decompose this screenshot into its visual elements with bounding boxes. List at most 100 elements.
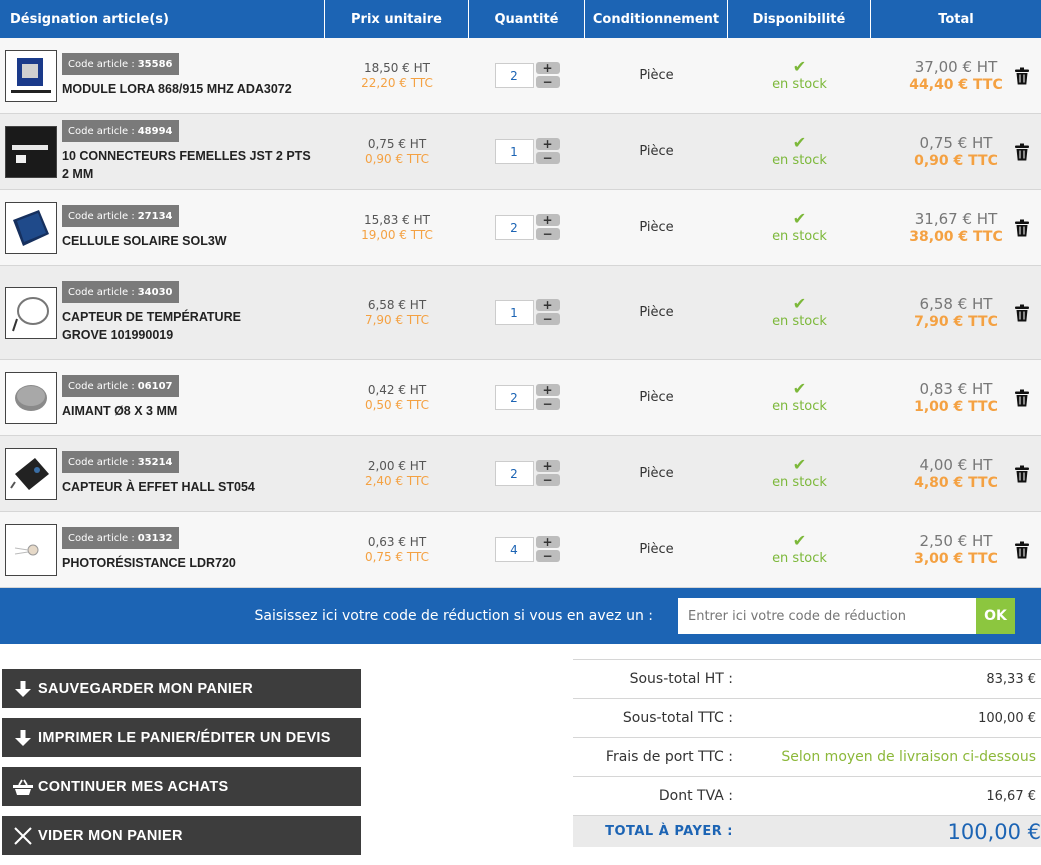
quantity-decrease-button[interactable]: − (535, 397, 560, 410)
promo-code-bar: Saisissez ici votre code de réduction si… (0, 588, 1041, 644)
quantity-increase-button[interactable]: + (535, 383, 560, 396)
cart-actions: SAUVEGARDER MON PANIER IMPRIMER LE PANIE… (2, 669, 361, 865)
packaging-value: Pièce (639, 466, 674, 481)
print-quote-button[interactable]: IMPRIMER LE PANIER/ÉDITER UN DEVIS (2, 718, 361, 757)
cart-row: Code article :03132 PHOTORÉSISTANCE LDR7… (0, 512, 1041, 588)
line-total-ttc: 38,00 € TTC (909, 229, 1003, 245)
product-name[interactable]: AIMANT Ø8 X 3 MM (62, 402, 177, 420)
stock-status: en stock (772, 314, 827, 329)
line-total-ttc: 0,90 € TTC (914, 153, 998, 169)
save-cart-button[interactable]: SAUVEGARDER MON PANIER (2, 669, 361, 708)
product-name[interactable]: CELLULE SOLAIRE SOL3W (62, 232, 227, 250)
stock-status: en stock (772, 77, 827, 92)
summary-row-shipping: Frais de port TTC : Selon moyen de livra… (573, 737, 1041, 776)
line-total-ht: 37,00 € HT (914, 58, 998, 76)
unit-price-ttc: 2,40 € TTC (364, 474, 430, 488)
check-icon: ✔ (792, 209, 807, 228)
quantity-input[interactable]: 2 (494, 461, 534, 486)
line-total-ht: 4,00 € HT (919, 456, 993, 474)
quantity-increase-button[interactable]: + (535, 137, 560, 150)
quantity-decrease-button[interactable]: − (535, 151, 560, 164)
unit-price-ht: 18,50 € HT (364, 61, 430, 75)
continue-shopping-button[interactable]: CONTINUER MES ACHATS (2, 767, 361, 806)
cart-row: Code article :35586 MODULE LORA 868/915 … (0, 38, 1041, 114)
trash-icon[interactable] (1015, 465, 1029, 482)
cart-row: Code article :34030 CAPTEUR DE TEMPÉRATU… (0, 266, 1041, 360)
cart-row: Code article :06107 AIMANT Ø8 X 3 MM 0,4… (0, 360, 1041, 436)
quantity-increase-button[interactable]: + (535, 213, 560, 226)
product-code-badge: Code article :34030 (62, 281, 179, 303)
quantity-decrease-button[interactable]: − (535, 549, 560, 562)
summary-row-subtotal-ttc: Sous-total TTC : 100,00 € (573, 698, 1041, 737)
product-code-badge: Code article :27134 (62, 205, 179, 227)
line-total-ht: 0,75 € HT (919, 134, 993, 152)
packaging-value: Pièce (639, 144, 674, 159)
subtotal-ttc-value: 100,00 € (978, 710, 1036, 726)
quantity-increase-button[interactable]: + (535, 61, 560, 74)
promo-code-input[interactable] (678, 598, 976, 634)
trash-icon[interactable] (1015, 304, 1029, 321)
product-code-badge: Code article :35586 (62, 53, 179, 75)
product-thumbnail[interactable] (5, 49, 57, 102)
vat-value: 16,67 € (986, 788, 1036, 804)
quantity-decrease-button[interactable]: − (535, 75, 560, 88)
quantity-decrease-button[interactable]: − (535, 312, 560, 325)
product-name[interactable]: CAPTEUR À EFFET HALL ST054 (62, 478, 255, 496)
order-summary: Sous-total HT : 83,33 € Sous-total TTC :… (573, 659, 1041, 847)
check-icon: ✔ (792, 455, 807, 474)
quantity-input[interactable]: 1 (494, 139, 534, 164)
unit-price-ht: 0,63 € HT (367, 535, 427, 549)
unit-price-ht: 15,83 € HT (364, 213, 430, 227)
close-icon (12, 826, 34, 846)
header-designation: Désignation article(s) (0, 0, 325, 38)
packaging-value: Pièce (639, 390, 674, 405)
summary-row-subtotal-ht: Sous-total HT : 83,33 € (573, 659, 1041, 698)
header-unit-price: Prix unitaire (325, 0, 469, 38)
unit-price-ht: 2,00 € HT (367, 459, 427, 473)
line-total-ht: 6,58 € HT (919, 295, 993, 313)
arrow-down-icon (12, 679, 34, 699)
trash-icon[interactable] (1015, 541, 1029, 558)
quantity-decrease-button[interactable]: − (535, 227, 560, 240)
check-icon: ✔ (792, 294, 807, 313)
subtotal-ht-value: 83,33 € (986, 671, 1036, 687)
quantity-increase-button[interactable]: + (535, 459, 560, 472)
trash-icon[interactable] (1015, 389, 1029, 406)
unit-price-ttc: 0,90 € TTC (364, 152, 430, 166)
quantity-decrease-button[interactable]: − (535, 473, 560, 486)
product-thumbnail[interactable] (5, 125, 57, 178)
cart-table-header: Désignation article(s) Prix unitaire Qua… (0, 0, 1041, 38)
unit-price-ttc: 0,75 € TTC (364, 550, 430, 564)
check-icon: ✔ (792, 133, 807, 152)
quantity-input[interactable]: 4 (494, 537, 534, 562)
product-name[interactable]: 10 CONNECTEURS FEMELLES JST 2 PTS 2 MM (62, 147, 312, 183)
trash-icon[interactable] (1015, 143, 1029, 160)
unit-price-ttc: 22,20 € TTC (361, 76, 433, 90)
cart-table: Désignation article(s) Prix unitaire Qua… (0, 0, 1041, 588)
quantity-input[interactable]: 2 (494, 215, 534, 240)
empty-cart-button[interactable]: VIDER MON PANIER (2, 816, 361, 855)
total-to-pay-value: 100,00 € (947, 819, 1041, 844)
line-total-ht: 31,67 € HT (914, 210, 998, 228)
quantity-increase-button[interactable]: + (535, 535, 560, 548)
promo-ok-button[interactable]: OK (976, 598, 1015, 634)
quantity-input[interactable]: 2 (494, 63, 534, 88)
line-total-ttc: 44,40 € TTC (909, 77, 1003, 93)
product-name[interactable]: MODULE LORA 868/915 MHZ ADA3072 (62, 80, 292, 98)
quantity-input[interactable]: 1 (494, 300, 534, 325)
product-name[interactable]: CAPTEUR DE TEMPÉRATURE GROVE 101990019 (62, 308, 272, 344)
quantity-input[interactable]: 2 (494, 385, 534, 410)
trash-icon[interactable] (1015, 219, 1029, 236)
quantity-increase-button[interactable]: + (535, 298, 560, 311)
product-thumbnail[interactable] (5, 371, 57, 424)
product-thumbnail[interactable] (5, 447, 57, 500)
product-thumbnail[interactable] (5, 523, 57, 576)
trash-icon[interactable] (1015, 67, 1029, 84)
product-name[interactable]: PHOTORÉSISTANCE LDR720 (62, 554, 236, 572)
product-thumbnail[interactable] (5, 286, 57, 339)
line-total-ttc: 4,80 € TTC (914, 475, 998, 491)
line-total-ht: 2,50 € HT (919, 532, 993, 550)
stock-status: en stock (772, 475, 827, 490)
product-thumbnail[interactable] (5, 201, 57, 254)
line-total-ttc: 1,00 € TTC (914, 399, 998, 415)
